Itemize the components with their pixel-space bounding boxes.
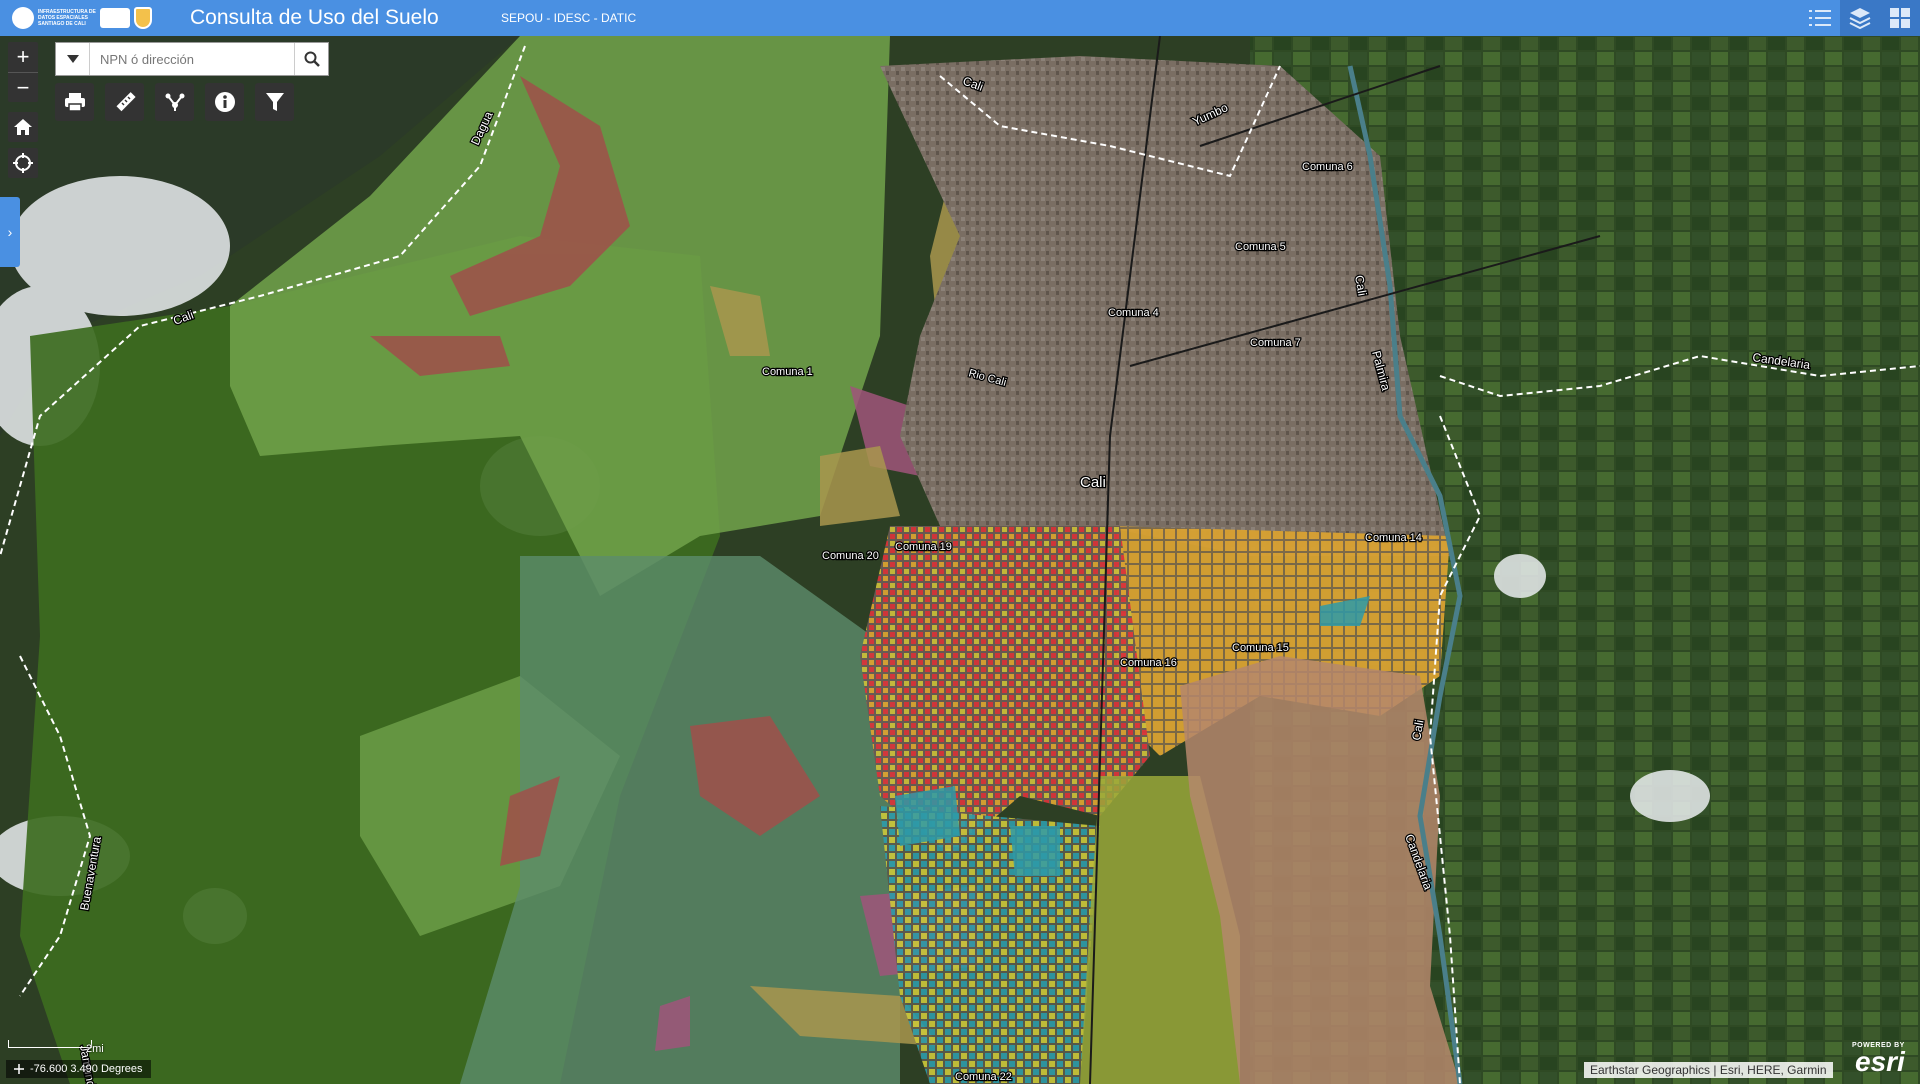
- network-icon: [165, 93, 184, 111]
- crosshair-icon: [14, 1064, 24, 1074]
- locate-icon: [13, 153, 33, 173]
- app-header: INFRAESTRUCTURA DE DATOS ESPACIALES SANT…: [0, 0, 1920, 36]
- app-subtitle: SEPOU - IDESC - DATIC: [501, 11, 637, 25]
- filter-icon: [265, 93, 284, 111]
- label-comuna-1: Comuna 1: [762, 366, 813, 378]
- header-tools: [1800, 0, 1920, 36]
- scale-label: 2mi: [86, 1043, 104, 1055]
- esri-wordmark: esri: [1855, 1046, 1905, 1077]
- logos: INFRAESTRUCTURA DE DATOS ESPACIALES SANT…: [0, 7, 176, 29]
- filter-button[interactable]: [255, 83, 294, 121]
- side-panel-toggle[interactable]: ›: [0, 197, 20, 267]
- search-widget: [55, 42, 329, 76]
- search-input[interactable]: [90, 43, 294, 75]
- measure-button[interactable]: [105, 83, 144, 121]
- idesc-logo-icon: [12, 7, 34, 29]
- map-attribution: Earthstar Geographics | Esri, HERE, Garm…: [1584, 1062, 1833, 1078]
- identify-button[interactable]: [205, 83, 244, 121]
- apps-button[interactable]: [1880, 0, 1920, 36]
- label-comuna-20: Comuna 20: [822, 550, 879, 562]
- map-canvas[interactable]: Cali Comuna 1 Comuna 4 Comuna 5 Comuna 6…: [0, 36, 1920, 1084]
- label-comuna-7: Comuna 7: [1250, 337, 1301, 349]
- locate-button[interactable]: [8, 148, 38, 178]
- grid-apps-icon: [1890, 8, 1910, 28]
- scale-bar: [8, 1040, 92, 1048]
- home-button[interactable]: [8, 112, 38, 142]
- label-comuna-15: Comuna 15: [1232, 642, 1289, 654]
- ruler-icon: [116, 92, 136, 112]
- label-comuna-14: Comuna 14: [1365, 532, 1422, 544]
- search-source-dropdown[interactable]: [56, 43, 90, 75]
- label-comuna-22: Comuna 22: [955, 1071, 1012, 1083]
- chevron-down-icon: [66, 55, 79, 63]
- zoom-control: + −: [8, 42, 38, 102]
- label-comuna-19: Comuna 19: [895, 541, 952, 553]
- zoom-out-button[interactable]: −: [8, 72, 38, 102]
- label-comuna-5: Comuna 5: [1235, 241, 1286, 253]
- logo-text: INFRAESTRUCTURA DE DATOS ESPACIALES SANT…: [38, 9, 96, 27]
- app-root: INFRAESTRUCTURA DE DATOS ESPACIALES SANT…: [0, 0, 1920, 1084]
- label-comuna-6: Comuna 6: [1302, 161, 1353, 173]
- home-icon: [14, 119, 32, 135]
- legend-list-icon: [1809, 10, 1831, 26]
- coordinate-text: -76.600 3.490 Degrees: [30, 1063, 143, 1075]
- tool-bar: [55, 83, 294, 121]
- app-title: Consulta de Uso del Suelo: [190, 6, 439, 29]
- legend-button[interactable]: [1800, 0, 1840, 36]
- print-button[interactable]: [55, 83, 94, 121]
- search-icon: [304, 51, 320, 67]
- seal-logo-icon: [134, 7, 152, 29]
- info-icon: [214, 92, 235, 112]
- map-view[interactable]: Cali Comuna 1 Comuna 4 Comuna 5 Comuna 6…: [0, 36, 1920, 1084]
- label-city: Cali: [1080, 474, 1106, 491]
- label-comuna-16: Comuna 16: [1120, 657, 1177, 669]
- layers-button[interactable]: [1840, 0, 1880, 36]
- print-icon: [64, 93, 85, 112]
- search-button[interactable]: [294, 43, 328, 75]
- esri-logo: POWERED BY esri: [1852, 1042, 1905, 1077]
- layers-icon: [1849, 8, 1871, 30]
- zoom-in-button[interactable]: +: [8, 42, 38, 72]
- coordinate-readout[interactable]: -76.600 3.490 Degrees: [6, 1060, 151, 1078]
- cali-logo-icon: [100, 8, 130, 28]
- label-comuna-4: Comuna 4: [1108, 307, 1159, 319]
- network-button[interactable]: [155, 83, 194, 121]
